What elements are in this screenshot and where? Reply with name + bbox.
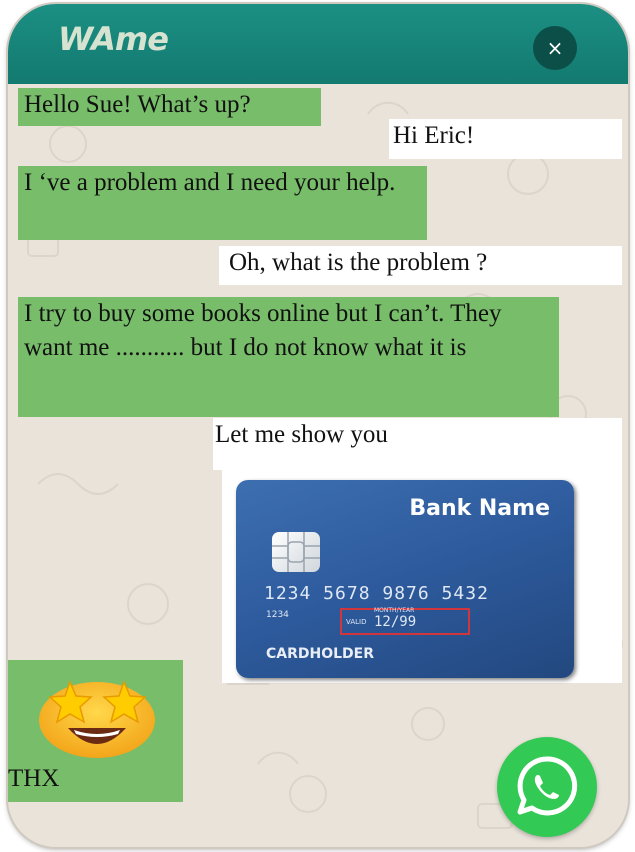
message-incoming: Let me show you <box>213 418 622 470</box>
cardholder-label: CARDHOLDER <box>266 646 375 662</box>
message-text: Hello Sue! What’s up? <box>24 91 251 118</box>
valid-label: VALID <box>346 618 367 626</box>
chat-header: WAme × <box>8 4 628 84</box>
message-text: Let me show you <box>215 421 388 448</box>
close-button[interactable]: × <box>533 26 577 70</box>
message-incoming: Oh, what is the problem ? <box>219 246 622 285</box>
message-text: THX <box>8 765 60 792</box>
bank-name: Bank Name <box>409 496 550 521</box>
message-outgoing: I try to buy some books online but I can… <box>18 297 559 417</box>
message-outgoing-thx: THX <box>8 660 183 802</box>
star-struck-emoji-icon <box>39 679 155 758</box>
whatsapp-button[interactable] <box>497 737 597 837</box>
whatsapp-icon <box>517 756 578 816</box>
message-outgoing: I ‘ve a problem and I need your help. <box>18 166 427 240</box>
chip-icon <box>272 532 320 572</box>
message-text: Hi Eric! <box>393 122 475 149</box>
message-incoming: Hi Eric! <box>389 119 622 159</box>
bank-card: Bank Name 1234 5678 9876 5432 1234 VALID… <box>236 480 574 678</box>
card-image-message: Bank Name 1234 5678 9876 5432 1234 VALID… <box>222 470 622 683</box>
message-outgoing: Hello Sue! What’s up? <box>18 88 321 126</box>
month-year-label: MONTH/YEAR <box>374 607 415 614</box>
expiry-date: 12/99 <box>374 614 417 630</box>
message-text: I ‘ve a problem and I need your help. <box>24 169 396 196</box>
app-logo: WAme <box>58 20 169 58</box>
message-text: Oh, what is the problem ? <box>229 249 488 276</box>
card-small-number: 1234 <box>266 610 289 620</box>
card-number: 1234 5678 9876 5432 <box>264 583 489 604</box>
close-icon: × <box>546 36 564 60</box>
message-text: I try to buy some books online but I can… <box>24 300 502 361</box>
